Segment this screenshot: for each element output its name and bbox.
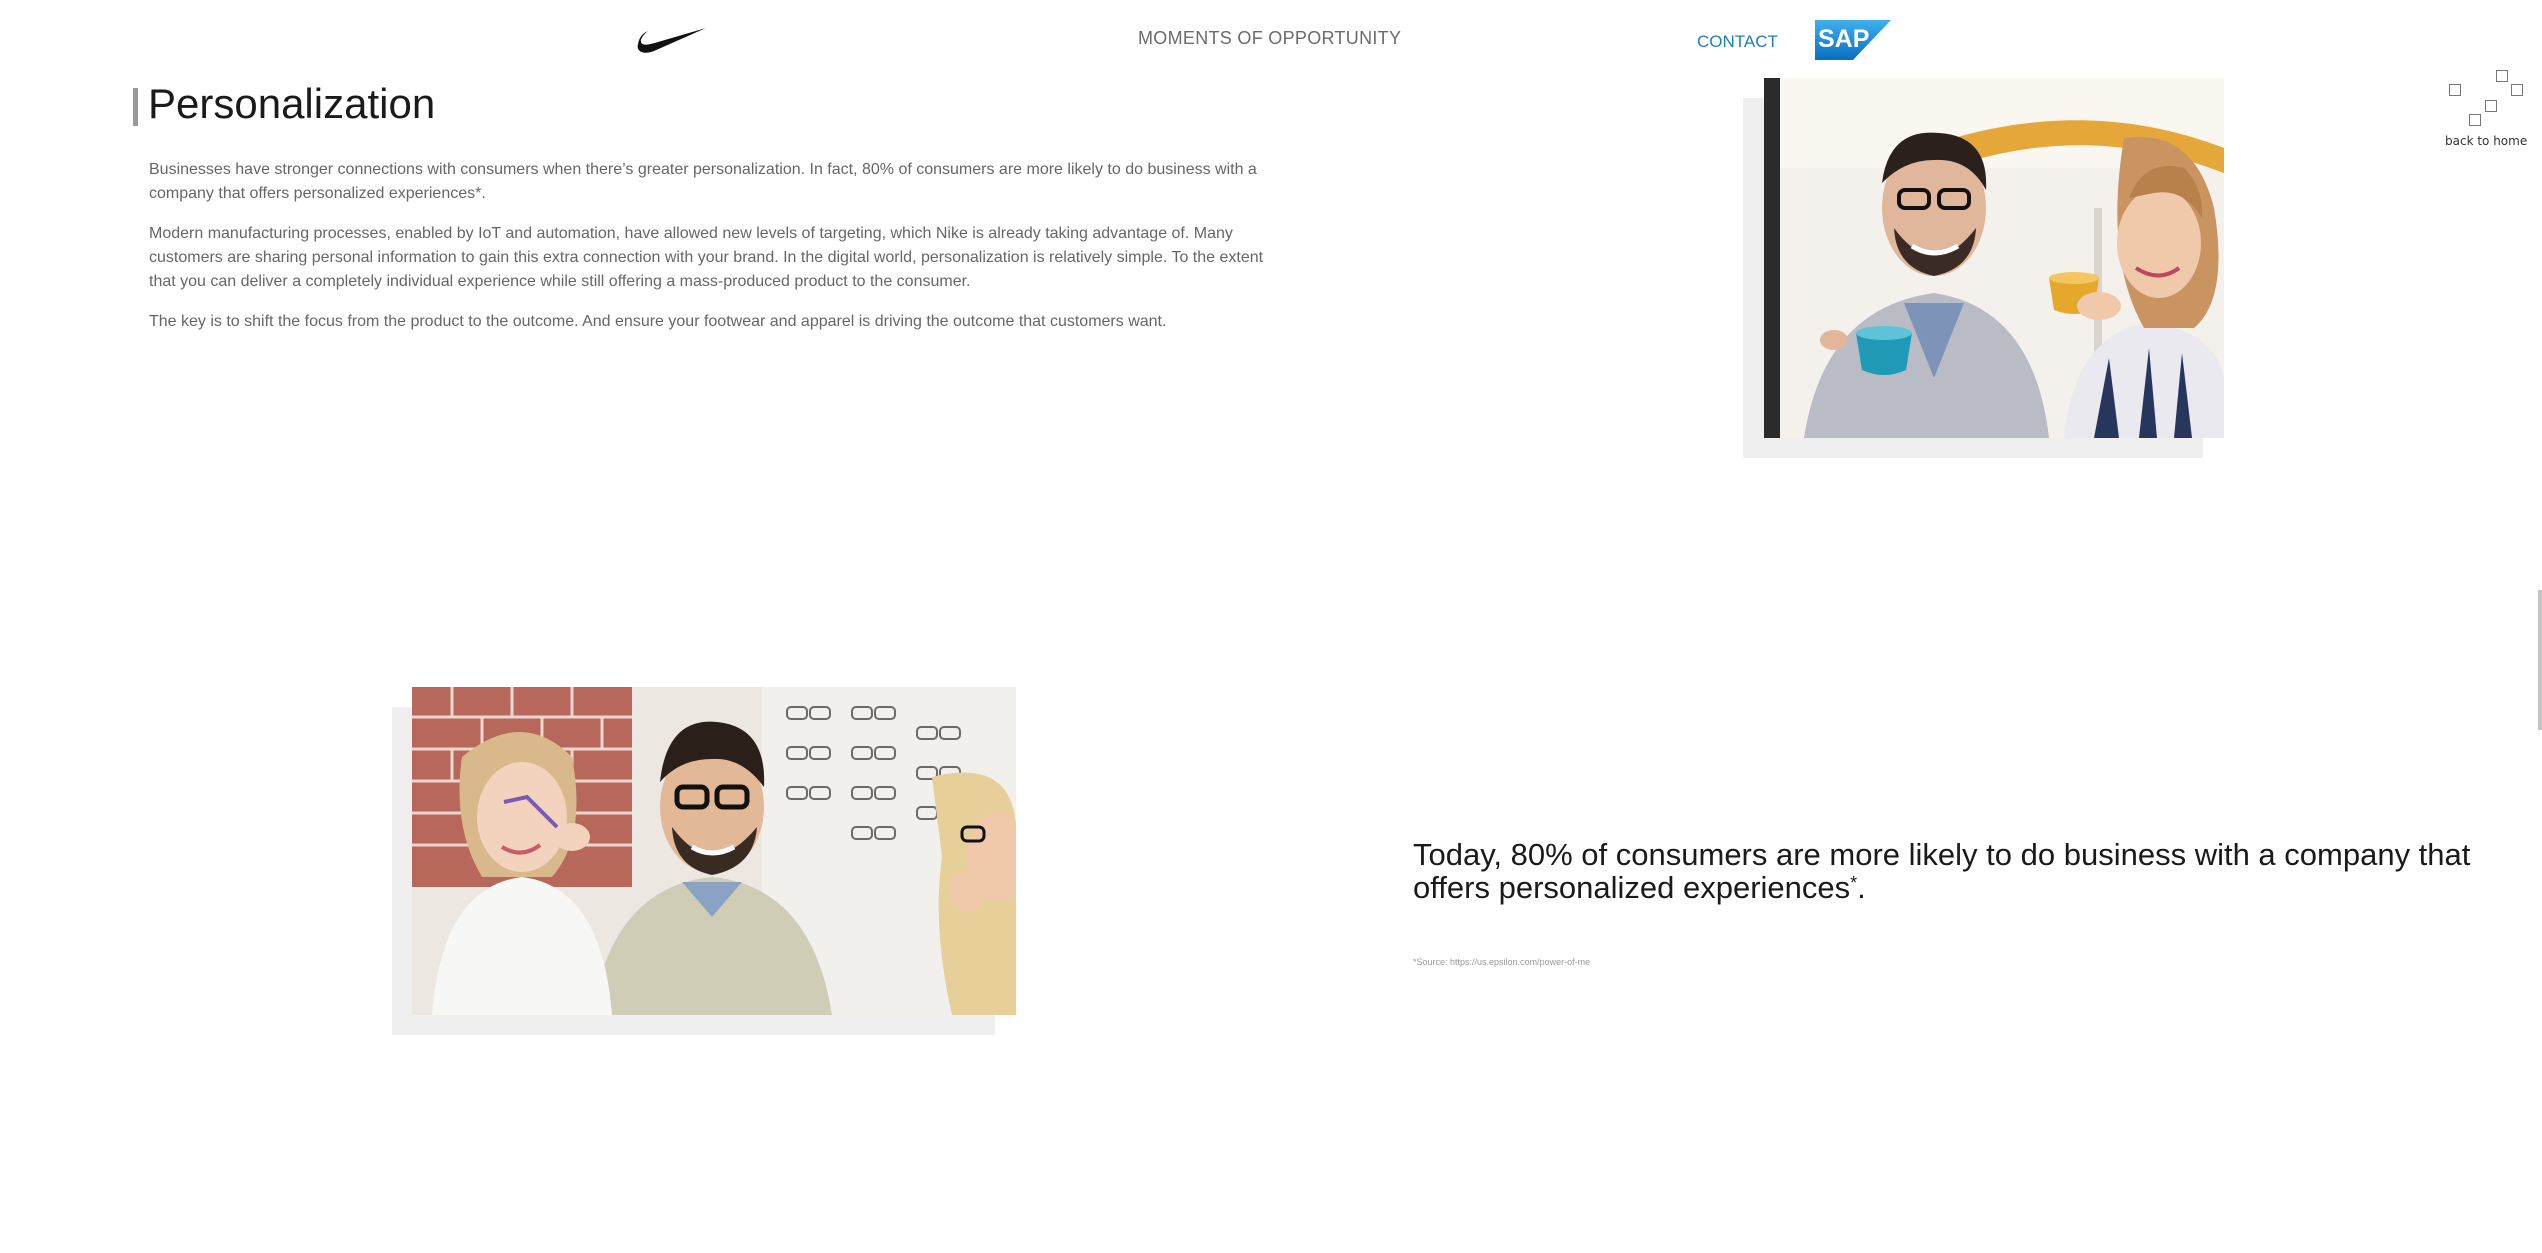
contact-link[interactable]: CONTACT [1697,32,1778,52]
quote-body: Today, 80% of consumers are more likely … [1413,837,2471,905]
body-paragraph: Modern manufacturing processes, enabled … [149,225,1264,290]
quote-end: . [1857,870,1866,905]
coffee-couple-photo [1764,78,2224,438]
scrollbar-thumb[interactable] [2538,590,2542,730]
body-paragraph: Businesses have stronger connections wit… [149,161,1257,202]
section-body: Businesses have stronger connections wit… [149,158,1284,350]
section-title: Personalization [148,80,436,127]
back-to-home-button[interactable]: back to home [2445,68,2527,152]
quote-text: Today, 80% of consumers are more likely … [1413,838,2493,904]
family-eyeglasses-photo [412,687,1016,1015]
back-to-home-label: back to home [2445,134,2528,148]
nike-logo[interactable] [636,22,708,56]
footnote-marker: * [1850,873,1858,893]
nike-swoosh-icon [637,28,706,53]
header-title: MOMENTS OF OPPORTUNITY [1138,28,1402,48]
section-accent-bar [133,88,138,126]
body-paragraph: The key is to shift the focus from the p… [149,313,1167,330]
source-citation: *Source: https://us.epsilon.com/power-of… [1413,957,1591,967]
svg-text:SAP: SAP [1818,25,1869,53]
sap-logo-icon: SAP [1815,20,1891,60]
sap-logo[interactable]: SAP [1815,20,1891,60]
